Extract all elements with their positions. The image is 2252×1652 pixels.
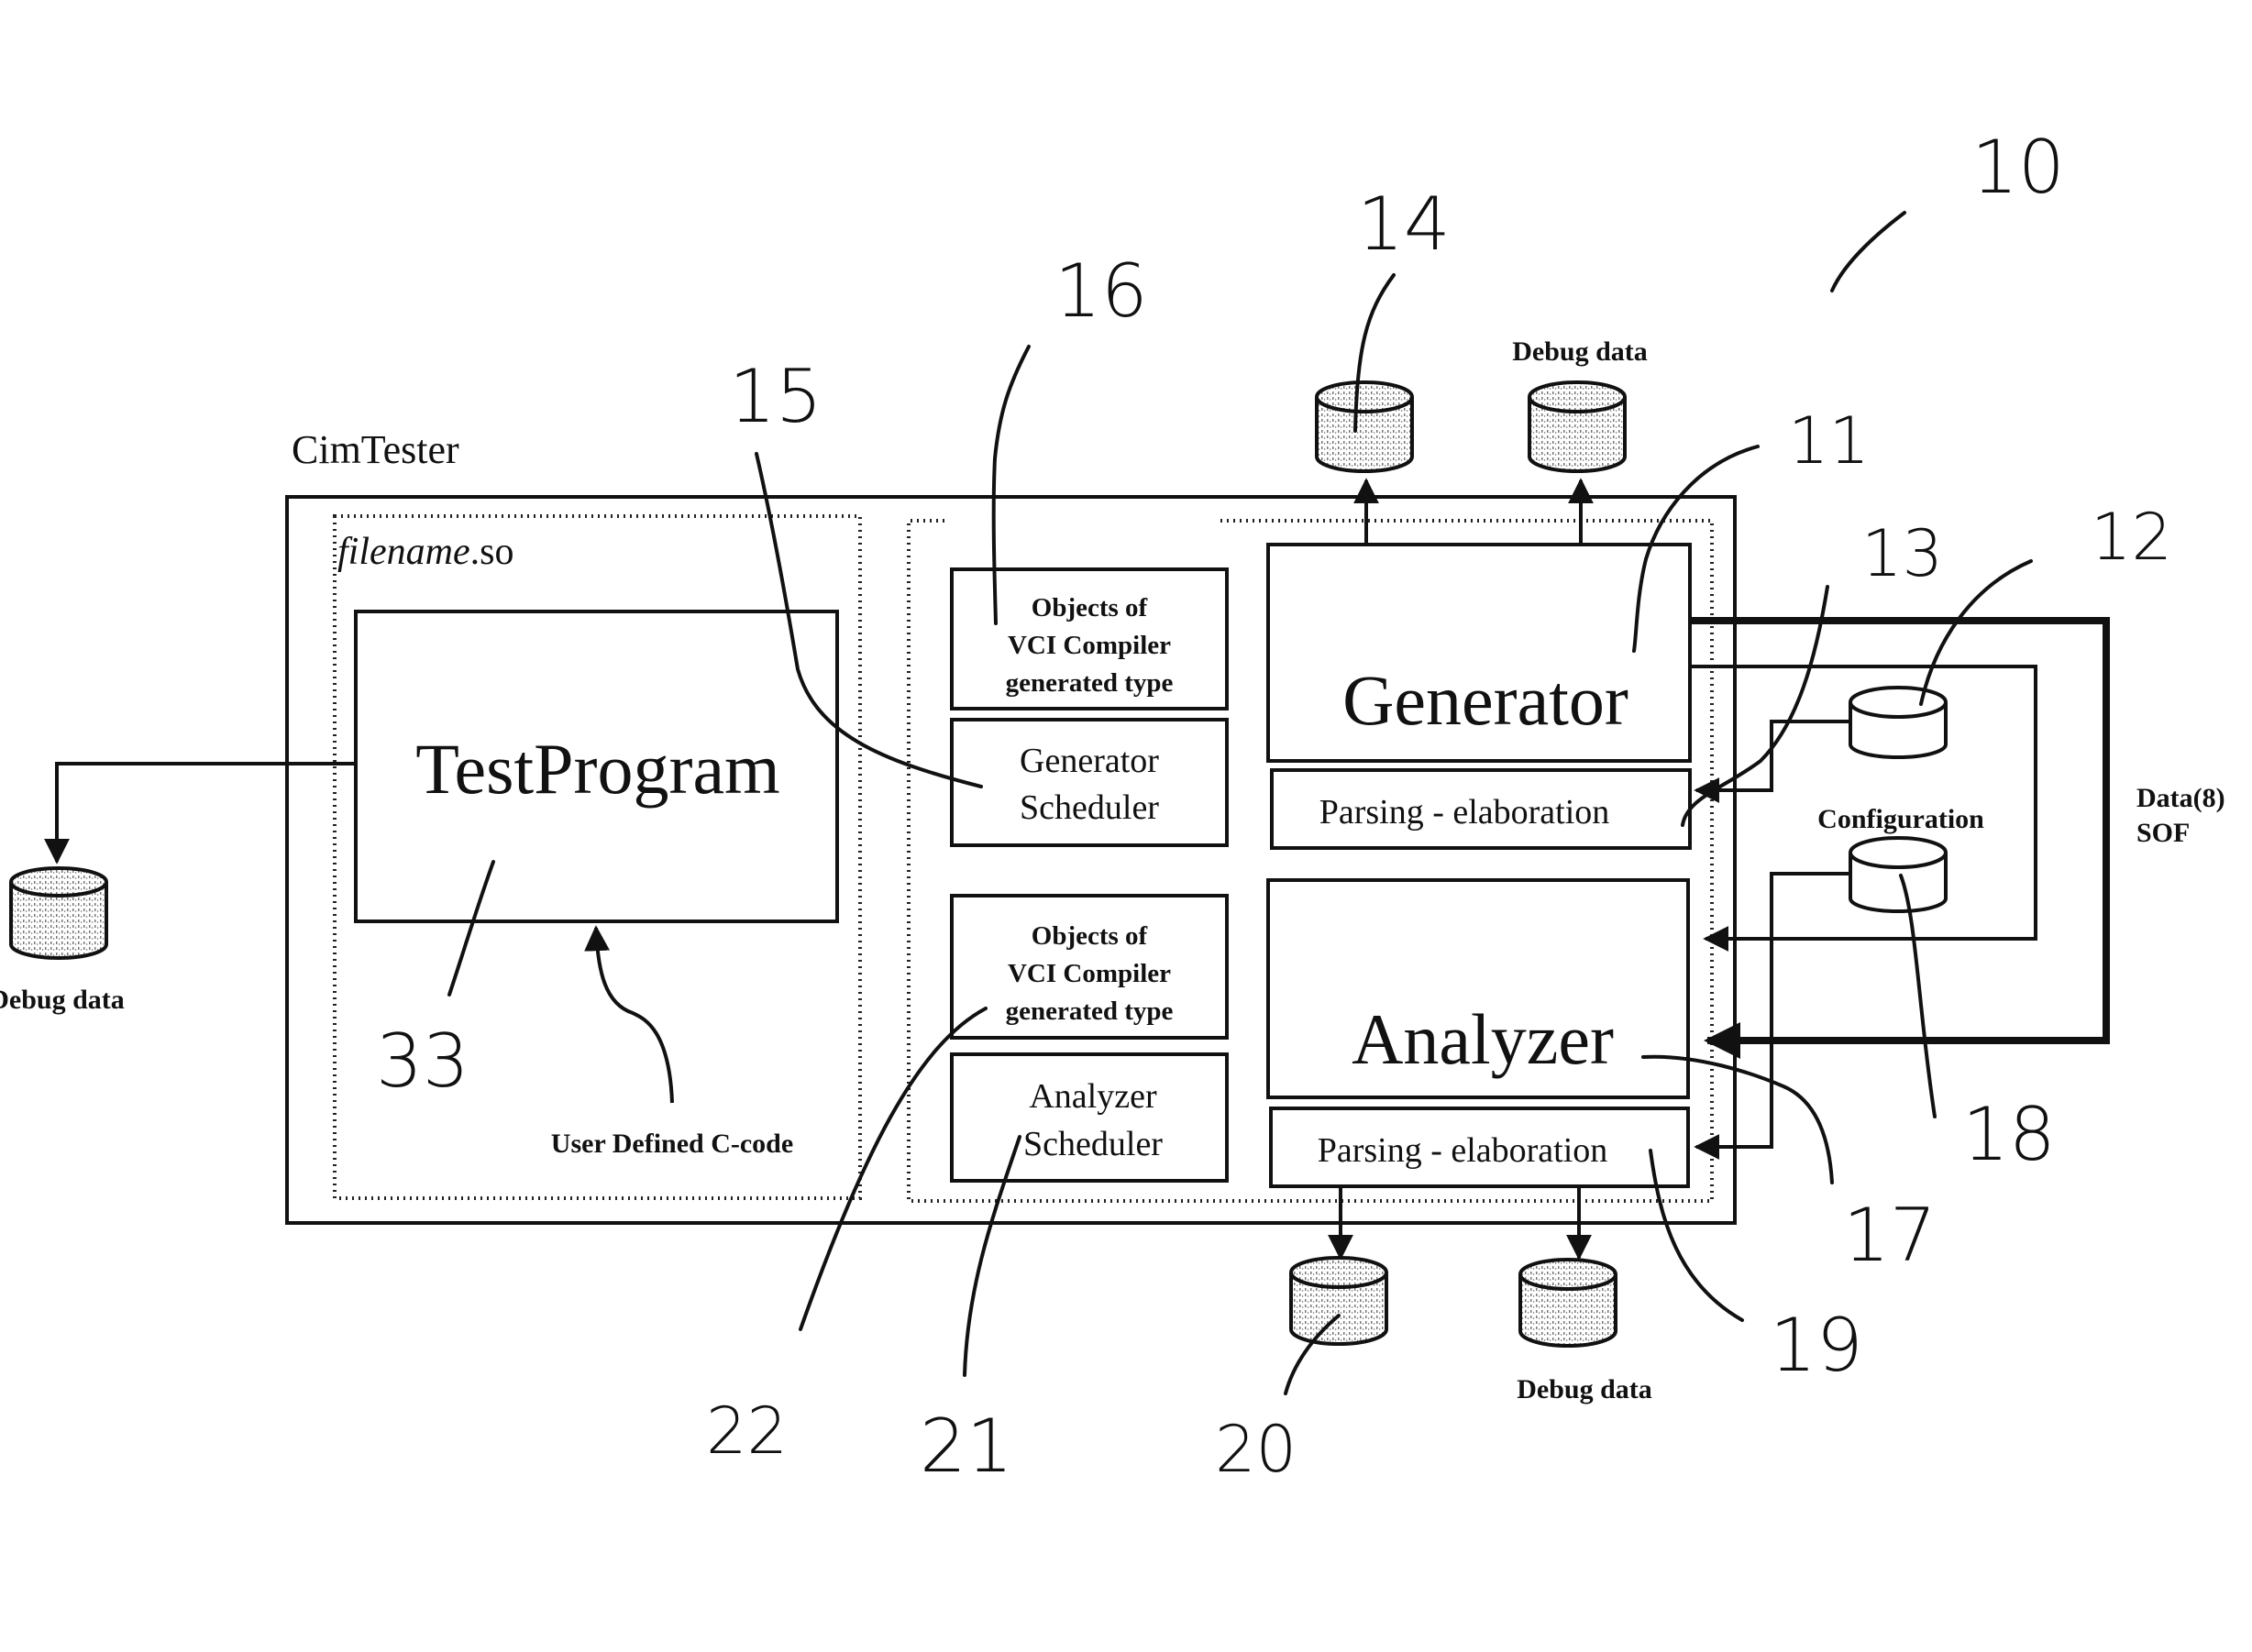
ref-19: 19 xyxy=(1770,1303,1863,1388)
config-to-parsing-bottom xyxy=(1694,872,1850,1160)
database-20-cylinder-icon xyxy=(1289,1256,1388,1346)
objects-top-line1: Objects of xyxy=(1032,593,1148,622)
ref-15: 15 xyxy=(729,354,822,439)
block-diagram: CimTester filename.so TestProgram Debug … xyxy=(0,125,2225,1489)
debug-left-connector xyxy=(44,762,356,865)
debug-top-cylinder-icon xyxy=(1528,380,1627,473)
ref-33: 33 xyxy=(376,1019,469,1104)
analyzer-scheduler-line1: Analyzer xyxy=(1029,1077,1157,1116)
parsing-top-label: Parsing - elaboration xyxy=(1319,793,1610,832)
ref-18: 18 xyxy=(1962,1092,2056,1177)
user-code-arrow xyxy=(584,925,674,1104)
data-sof-line1: Data(8) xyxy=(2136,783,2225,813)
configuration-cylinder-top-icon xyxy=(1849,686,1948,759)
ref-16: 16 xyxy=(1054,248,1148,334)
debug-left-label: Debug data xyxy=(0,985,125,1015)
objects-bottom-line1: Objects of xyxy=(1032,921,1148,951)
cimtester-label: CimTester xyxy=(292,427,459,472)
database-14-cylinder-icon xyxy=(1315,380,1414,473)
configuration-label: Configuration xyxy=(1817,804,1984,834)
ref-12: 12 xyxy=(2091,500,2172,575)
debug-bottom-cylinder-icon xyxy=(1518,1258,1617,1348)
ref-10: 10 xyxy=(1971,125,2065,210)
ref-21: 21 xyxy=(920,1404,1013,1489)
data-sof-line2: SOF xyxy=(2136,818,2190,848)
analyzer-scheduler-line2: Scheduler xyxy=(1023,1125,1163,1163)
generator-scheduler-line2: Scheduler xyxy=(1020,788,1159,827)
objects-bottom-line3: generated type xyxy=(1006,997,1174,1026)
module-label: filename.so xyxy=(337,531,513,573)
diagram-canvas: CimTester filename.so TestProgram Debug … xyxy=(0,0,2252,1652)
ref-22: 22 xyxy=(706,1393,788,1469)
ref-20: 20 xyxy=(1215,1412,1297,1487)
debug-left-cylinder-icon xyxy=(9,866,108,960)
config-to-parsing-top xyxy=(1694,720,1850,803)
ref-14: 14 xyxy=(1357,182,1451,267)
objects-top-line3: generated type xyxy=(1006,668,1174,698)
ref-11: 11 xyxy=(1788,403,1870,479)
testprogram-label: TestProgram xyxy=(415,729,779,809)
objects-top-line2: VCI Compiler xyxy=(1008,631,1171,660)
generator-scheduler-line1: Generator xyxy=(1020,742,1159,780)
ref-17: 17 xyxy=(1843,1193,1937,1278)
parsing-bottom-label: Parsing - elaboration xyxy=(1318,1131,1608,1170)
analyzer-label: Analyzer xyxy=(1352,999,1614,1079)
debug-top-label: Debug data xyxy=(1512,336,1648,367)
ref-13: 13 xyxy=(1861,516,1943,591)
user-code-label: User Defined C-code xyxy=(551,1129,793,1159)
objects-bottom-line2: VCI Compiler xyxy=(1008,959,1171,988)
configuration-cylinder-bottom-icon xyxy=(1849,836,1948,913)
debug-bottom-label: Debug data xyxy=(1517,1374,1652,1404)
generator-label: Generator xyxy=(1342,660,1628,740)
leader-10 xyxy=(1830,211,1906,292)
